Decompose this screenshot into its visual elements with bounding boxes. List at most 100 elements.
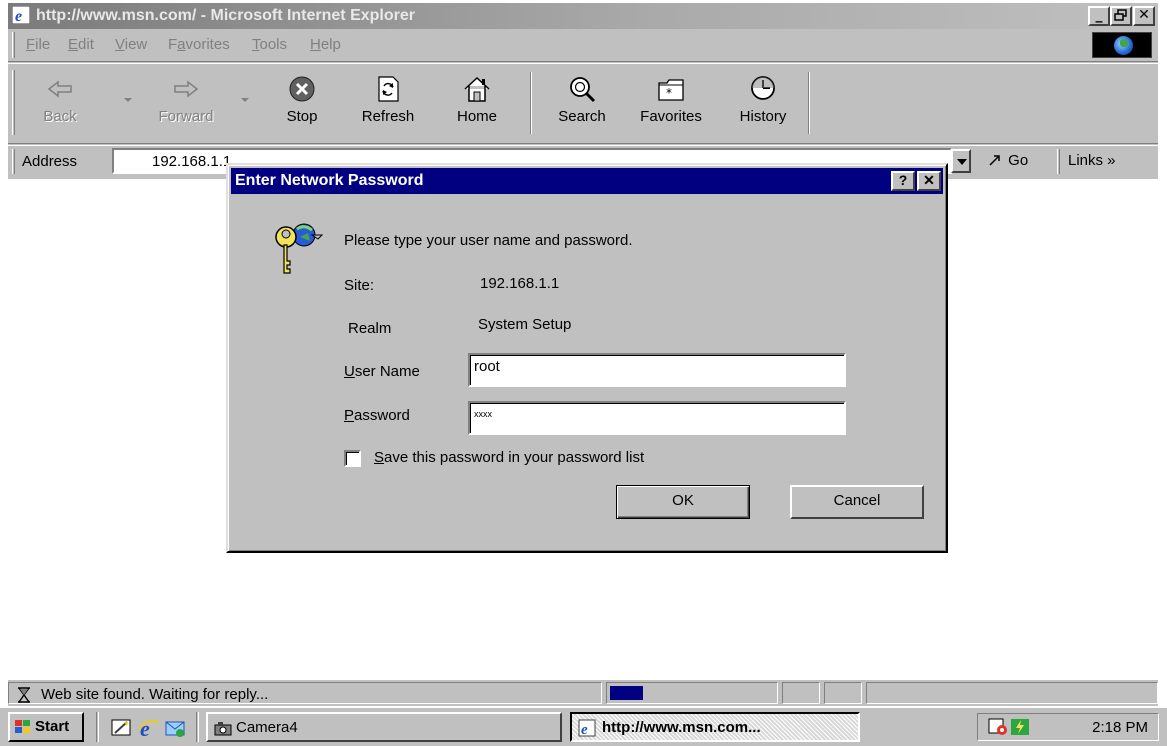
restore-icon <box>1114 9 1127 21</box>
cancel-button[interactable]: Cancel <box>790 485 924 519</box>
status-text-panel: Web site found. Waiting for reply... <box>8 682 602 704</box>
window-title: http://www.msn.com/ - Microsoft Internet… <box>36 7 415 24</box>
stop-button[interactable]: Stop <box>266 72 338 134</box>
status-panel-blank <box>824 682 862 704</box>
favorites-button[interactable]: * Favorites <box>626 72 716 134</box>
ie-throbber <box>1092 32 1152 58</box>
progress-panel <box>606 682 778 704</box>
window-close-button[interactable]: ✕ <box>1133 6 1155 26</box>
password-accel: P <box>344 407 355 424</box>
power-icon[interactable] <box>1010 718 1030 736</box>
password-field[interactable]: xxxx <box>468 401 846 435</box>
network-password-dialog: Enter Network Password ? ✕ Please type y… <box>226 163 948 553</box>
back-button[interactable]: Back <box>24 72 96 134</box>
outlook-express-icon[interactable] <box>164 717 186 739</box>
go-button[interactable]: Go <box>988 152 1028 169</box>
scheduler-icon[interactable] <box>988 718 1008 736</box>
address-dropdown-button[interactable] <box>951 149 971 173</box>
toolbar-grip[interactable] <box>12 70 15 135</box>
save-label-rest: ave this password in your password list <box>384 449 645 466</box>
forward-arrow-icon <box>174 80 199 98</box>
forward-label: Forward <box>158 108 214 125</box>
back-arrow-icon <box>47 80 72 98</box>
menu-edit[interactable]: Edit <box>68 36 94 53</box>
ok-button[interactable]: OK <box>616 485 750 519</box>
quicklaunch-separator <box>196 712 199 742</box>
home-label: Home <box>456 108 497 125</box>
minimize-button[interactable]: _ <box>1088 6 1110 26</box>
toolbar-separator-end <box>808 72 810 134</box>
toolbar-edge <box>8 63 1158 64</box>
dialog-title-bar[interactable]: Enter Network Password ? ✕ <box>231 168 943 194</box>
history-button[interactable]: History <box>724 72 802 134</box>
menu-bar-grip[interactable] <box>12 32 15 58</box>
address-value: 192.168.1.1 <box>152 153 232 170</box>
status-text: Web site found. Waiting for reply... <box>41 686 269 703</box>
menu-help[interactable]: Help <box>310 36 341 53</box>
refresh-button[interactable]: Refresh <box>348 72 428 134</box>
maximize-button[interactable] <box>1110 6 1132 26</box>
username-accel: U <box>344 363 355 380</box>
username-label: User Name <box>344 363 420 380</box>
status-bar: Web site found. Waiting for reply... <box>8 680 1158 706</box>
zone-panel <box>866 682 1158 704</box>
window-title-bar[interactable]: e http://www.msn.com/ - Microsoft Intern… <box>8 3 1158 29</box>
internet-explorer-icon[interactable]: e <box>138 717 160 739</box>
back-dropdown-arrow[interactable] <box>124 98 132 102</box>
clock: 2:18 PM <box>1092 719 1148 736</box>
links-button[interactable]: Links » <box>1068 152 1116 169</box>
taskbar-ie-window[interactable]: e http://www.msn.com... <box>570 712 860 742</box>
close-icon: ✕ <box>923 172 935 188</box>
favorites-label: Favorites <box>640 108 702 125</box>
start-button[interactable]: Start <box>8 712 84 742</box>
address-label: Address <box>22 153 78 170</box>
history-label: History <box>739 108 787 125</box>
quicklaunch-grip[interactable] <box>96 712 99 742</box>
search-icon <box>570 77 596 103</box>
search-label: Search <box>558 108 606 125</box>
windows-logo-icon <box>15 720 30 733</box>
dialog-close-button[interactable]: ✕ <box>917 171 941 191</box>
camera-app-icon <box>214 722 232 736</box>
hourglass-icon <box>18 687 30 703</box>
refresh-icon <box>378 76 399 102</box>
username-value: root <box>474 358 500 375</box>
help-icon: ? <box>898 172 908 188</box>
menu-file[interactable]: File <box>26 36 50 53</box>
ie-page-icon: e <box>578 719 596 737</box>
save-password-checkbox[interactable] <box>344 450 361 467</box>
password-label: Password <box>344 407 410 424</box>
taskbar: Start e Camera4 e http://www.msn.com... <box>0 707 1167 746</box>
username-label-rest: ser Name <box>354 363 420 380</box>
username-field[interactable]: root <box>468 353 846 387</box>
realm-label: Realm <box>348 320 392 337</box>
home-button[interactable]: Home <box>442 72 512 134</box>
go-label: Go <box>1008 152 1029 169</box>
forward-dropdown-arrow[interactable] <box>241 98 249 102</box>
menu-view[interactable]: View <box>115 36 147 53</box>
stop-icon <box>289 76 315 102</box>
chevron-down-icon <box>957 159 967 165</box>
search-button[interactable]: Search <box>544 72 620 134</box>
menu-tools[interactable]: Tools <box>252 36 287 53</box>
menu-favorites[interactable]: Favorites <box>168 36 230 53</box>
taskbar-camera4[interactable]: Camera4 <box>206 712 562 742</box>
password-value: xxxx <box>474 409 492 419</box>
menu-bar: File Edit View Favorites Tools Help <box>8 29 1158 61</box>
forward-button[interactable]: Forward <box>144 72 228 134</box>
realm-value: System Setup <box>478 316 572 333</box>
ie-window-icon: e <box>12 6 30 24</box>
address-bar-grip[interactable] <box>12 149 15 174</box>
dialog-help-button[interactable]: ? <box>891 171 915 191</box>
taskbar-ie-label: http://www.msn.com... <box>602 719 761 736</box>
close-icon: ✕ <box>1138 7 1150 23</box>
links-grip[interactable] <box>1057 149 1060 174</box>
browser-chrome: File Edit View Favorites Tools Help Back… <box>8 29 1158 179</box>
save-password-label[interactable]: Save this password in your password list <box>374 449 644 466</box>
show-desktop-icon[interactable] <box>110 717 132 739</box>
svg-text:e: e <box>15 8 22 24</box>
minimize-icon: _ <box>1095 7 1103 23</box>
status-panel-blank <box>782 682 820 704</box>
start-label: Start <box>35 718 70 735</box>
taskbar-camera4-label: Camera4 <box>236 719 298 736</box>
